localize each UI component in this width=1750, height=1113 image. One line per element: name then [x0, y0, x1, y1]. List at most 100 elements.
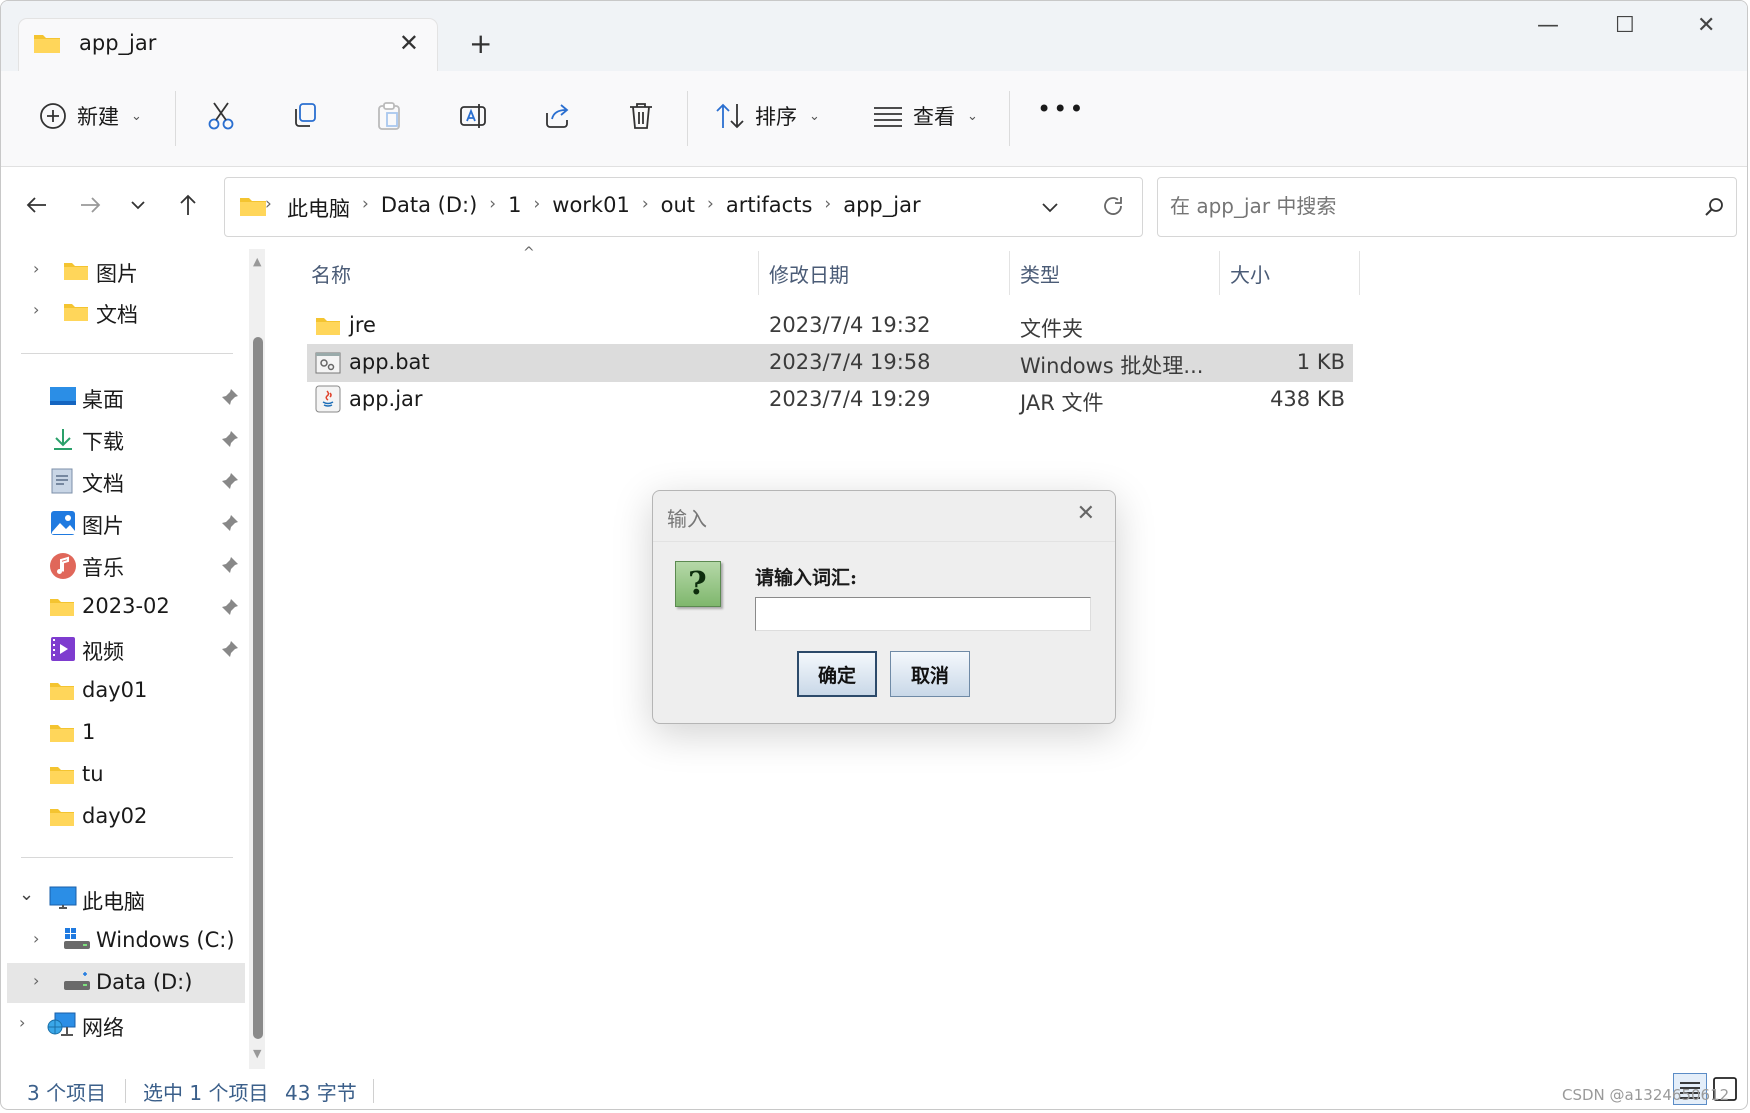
file-name: app.bat: [349, 350, 430, 374]
video-icon: [50, 636, 76, 667]
sidebar-item-drive-d[interactable]: › Data (D:): [7, 963, 245, 1003]
breadcrumb-item[interactable]: 1: [508, 193, 521, 223]
question-glyph: ?: [688, 564, 707, 602]
more-options-button[interactable]: •••: [1037, 95, 1085, 123]
chevron-down-icon: [1042, 203, 1058, 213]
pin-icon: [221, 555, 239, 579]
sidebar-item-desktop[interactable]: 桌面: [1, 377, 245, 417]
file-type: JAR 文件: [1020, 391, 1104, 415]
column-divider[interactable]: [758, 251, 759, 295]
question-icon: ?: [675, 561, 721, 607]
sidebar-item-label: 2023-02: [82, 594, 170, 618]
sort-button[interactable]: 排序 ⌄: [715, 101, 820, 131]
tab-close-button[interactable]: ✕: [399, 29, 419, 57]
chevron-down-icon: ⌄: [131, 108, 142, 124]
sidebar-item-downloads[interactable]: 下载: [1, 419, 245, 459]
batch-file-icon: [315, 350, 341, 381]
maximize-button[interactable]: ☐: [1615, 13, 1635, 38]
folder-icon: [63, 260, 89, 287]
copy-button[interactable]: [291, 101, 319, 129]
file-row-app-jar[interactable]: app.jar 2023/7/4 19:29 JAR 文件 438 KB: [307, 381, 1353, 419]
sidebar-item-label: Windows (C:): [96, 928, 235, 952]
sidebar-item-network[interactable]: › 网络: [1, 1005, 245, 1045]
scroll-down-arrow-icon[interactable]: ▼: [253, 1047, 261, 1060]
breadcrumb-item[interactable]: app_jar: [843, 193, 920, 223]
chevron-right-icon: ›: [33, 929, 40, 948]
back-button[interactable]: [25, 193, 49, 223]
sidebar-item-this-pc[interactable]: ⌄ 此电脑: [1, 879, 245, 919]
column-divider[interactable]: [1359, 251, 1360, 295]
breadcrumb-item[interactable]: work01: [552, 193, 630, 223]
minimize-button[interactable]: —: [1537, 13, 1559, 38]
sidebar-item-label: 图片: [82, 514, 124, 538]
view-button[interactable]: 查看 ⌄: [873, 101, 978, 131]
search-input[interactable]: [1168, 193, 1672, 219]
search-box[interactable]: [1157, 177, 1737, 237]
sidebar-item-day02[interactable]: day02: [1, 797, 245, 837]
sidebar-item-documents[interactable]: 文档: [1, 461, 245, 501]
address-dropdown-button[interactable]: [1039, 196, 1061, 222]
sidebar-item-label: day01: [82, 678, 148, 702]
sidebar-item-pictures-lib[interactable]: › 图片: [1, 251, 245, 291]
breadcrumb-item[interactable]: out: [661, 193, 695, 223]
file-size: 1 KB: [1296, 350, 1345, 374]
rename-icon: [459, 101, 489, 131]
divider: [687, 91, 688, 146]
address-bar[interactable]: › 此电脑 › Data (D:) › 1 › work01 › out › a…: [224, 177, 1143, 237]
paste-button[interactable]: [375, 101, 403, 131]
watermark: CSDN @a1324650612: [1562, 1086, 1730, 1104]
dialog-close-button[interactable]: ✕: [1077, 501, 1095, 526]
file-modified: 2023/7/4 19:32: [769, 313, 931, 337]
file-row-app-bat[interactable]: app.bat 2023/7/4 19:58 Windows 批处理... 1 …: [307, 344, 1353, 382]
folder-icon: [63, 301, 89, 328]
refresh-icon: [1104, 197, 1122, 215]
breadcrumb-item[interactable]: Data (D:): [381, 193, 477, 223]
computer-icon: [49, 886, 77, 917]
up-button[interactable]: [176, 193, 200, 223]
sidebar-item-2023-02[interactable]: 2023-02: [1, 587, 245, 627]
chevron-down-icon: ⌄: [19, 884, 35, 905]
breadcrumb-item[interactable]: artifacts: [726, 193, 813, 223]
column-divider[interactable]: [1009, 251, 1010, 295]
sidebar-item-documents-lib[interactable]: › 文档: [1, 292, 245, 332]
word-input[interactable]: [755, 597, 1091, 631]
sidebar-item-pictures[interactable]: 图片: [1, 503, 245, 543]
divider: [175, 91, 176, 146]
column-header-size[interactable]: 大小: [1230, 259, 1270, 288]
sidebar-item-label: Data (D:): [96, 970, 193, 994]
forward-button[interactable]: [78, 193, 102, 223]
folder-icon: [49, 764, 75, 791]
sidebar-item-videos[interactable]: 视频: [1, 629, 245, 669]
sidebar-item-label: day02: [82, 804, 148, 828]
delete-button[interactable]: [627, 101, 655, 131]
view-list-icon: [873, 104, 903, 128]
sidebar-item-1[interactable]: 1: [1, 713, 245, 753]
cancel-button[interactable]: 取消: [890, 651, 970, 697]
sort-arrows-icon: [715, 102, 745, 130]
file-row-jre[interactable]: jre 2023/7/4 19:32 文件夹: [307, 307, 1353, 345]
breadcrumb-item[interactable]: 此电脑: [287, 193, 350, 223]
sidebar-item-music[interactable]: 音乐: [1, 545, 245, 585]
column-divider[interactable]: [1219, 251, 1220, 295]
column-header-name[interactable]: 名称: [311, 259, 351, 288]
sidebar-item-drive-c[interactable]: › Windows (C:): [1, 921, 245, 961]
sidebar-item-label: 桌面: [82, 388, 124, 412]
sidebar-item-tu[interactable]: tu: [1, 755, 245, 795]
new-tab-button[interactable]: +: [469, 27, 492, 60]
cut-button[interactable]: [207, 101, 235, 131]
scroll-up-arrow-icon[interactable]: ▲: [253, 255, 261, 268]
recent-locations-button[interactable]: [127, 193, 149, 223]
column-header-type[interactable]: 类型: [1020, 259, 1060, 288]
close-window-button[interactable]: ✕: [1697, 13, 1715, 38]
new-button[interactable]: 新建 ⌄: [39, 101, 142, 131]
sidebar-scrollbar-thumb[interactable]: [253, 337, 263, 1039]
rename-button[interactable]: [459, 101, 489, 131]
sidebar-item-day01[interactable]: day01: [1, 671, 245, 711]
chevron-right-icon: ›: [362, 194, 369, 214]
share-button[interactable]: [543, 101, 573, 129]
refresh-button[interactable]: [1101, 194, 1125, 222]
ok-button[interactable]: 确定: [797, 651, 877, 697]
column-header-modified[interactable]: 修改日期: [769, 259, 849, 288]
tab-app-jar[interactable]: app_jar ✕: [19, 19, 437, 71]
divider: [1009, 91, 1010, 146]
